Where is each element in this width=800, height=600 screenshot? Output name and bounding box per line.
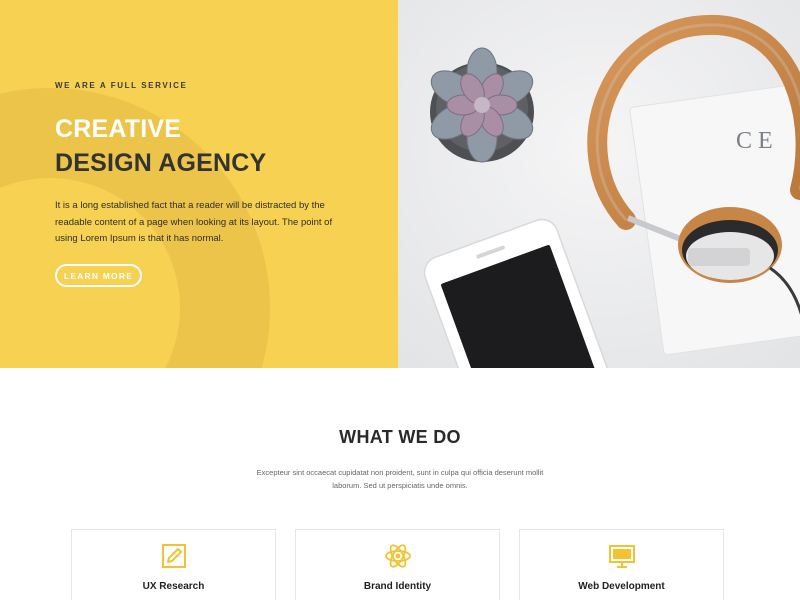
desk-photo-illustration: CE (398, 0, 800, 368)
service-label: UX Research (142, 581, 205, 592)
hero-section: WE ARE A FULL SERVICE CREATIVE DESIGN AG… (0, 0, 800, 368)
service-label: Web Development (578, 581, 665, 592)
headline-line-1: CREATIVE (55, 115, 182, 143)
services-subtitle: Excepteur sint occaecat cupidatat non pr… (256, 468, 544, 490)
hero-eyebrow: WE ARE A FULL SERVICE (55, 81, 188, 90)
pencil-icon (161, 544, 186, 568)
learn-more-button[interactable]: LEARN MORE (55, 264, 142, 287)
atom-icon (384, 544, 411, 568)
service-card-web-development[interactable]: Web Development (519, 529, 724, 600)
services-title: WHAT WE DO (339, 427, 461, 447)
service-card-brand-identity[interactable]: Brand Identity (295, 529, 500, 600)
service-label: Brand Identity (363, 581, 432, 592)
book-title-text: CE (736, 128, 779, 154)
service-card-ux-research[interactable]: UX Research (71, 529, 276, 600)
hero-image: CE (398, 0, 800, 368)
monitor-icon (608, 545, 635, 568)
headline-line-2: DESIGN AGENCY (55, 149, 267, 177)
hero-panel: WE ARE A FULL SERVICE CREATIVE DESIGN AG… (0, 0, 398, 368)
hero-headline: CREATIVE DESIGN AGENCY (55, 112, 266, 180)
hero-description: It is a long established fact that a rea… (55, 200, 333, 244)
